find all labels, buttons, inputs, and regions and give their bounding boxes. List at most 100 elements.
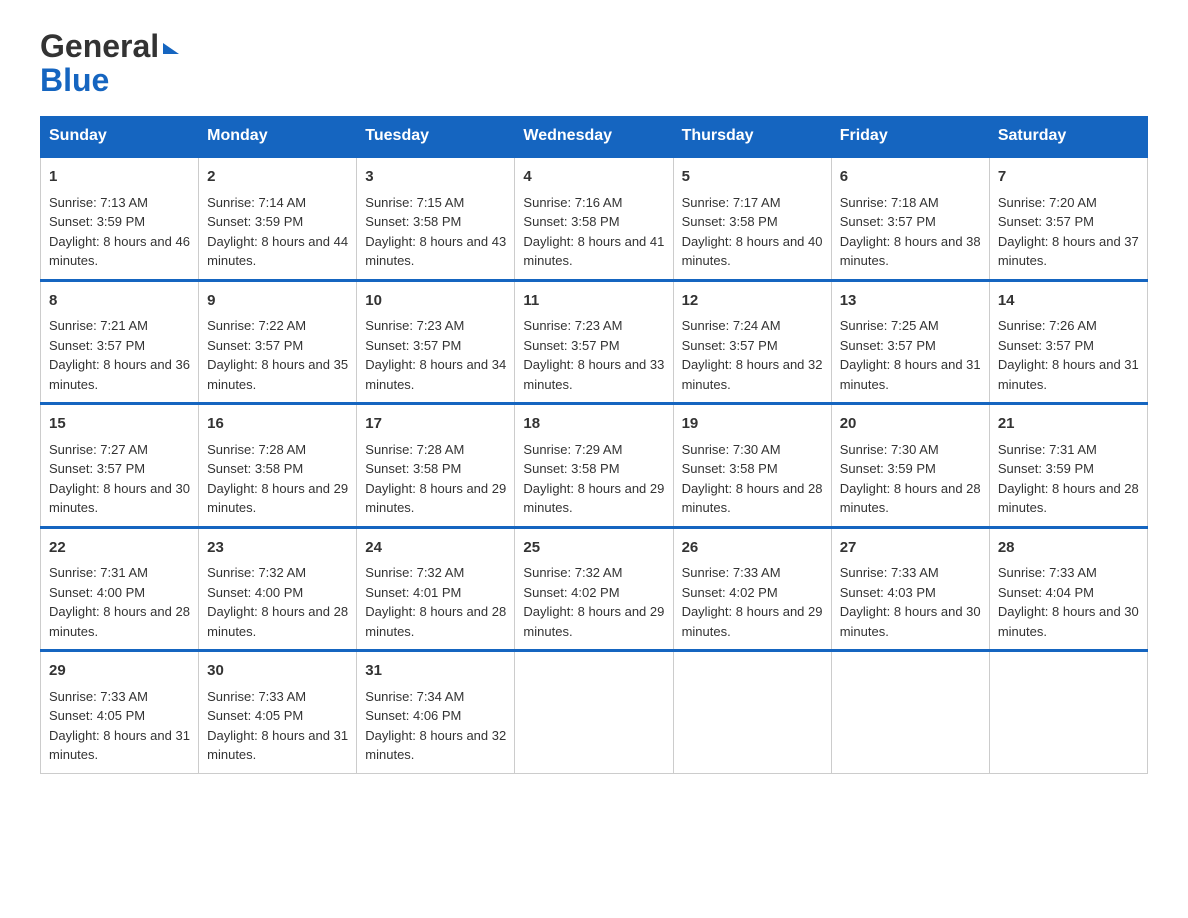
weekday-header-tuesday: Tuesday [357, 117, 515, 157]
sunset-info: Sunset: 3:57 PM [523, 336, 664, 356]
calendar-cell: 15Sunrise: 7:27 AMSunset: 3:57 PMDayligh… [41, 404, 199, 528]
day-number: 15 [49, 413, 190, 436]
day-number: 3 [365, 166, 506, 189]
calendar-cell: 12Sunrise: 7:24 AMSunset: 3:57 PMDayligh… [673, 280, 831, 404]
daylight-info: Daylight: 8 hours and 34 minutes. [365, 355, 506, 394]
daylight-info: Daylight: 8 hours and 38 minutes. [840, 232, 981, 271]
sunset-info: Sunset: 3:59 PM [998, 459, 1139, 479]
daylight-info: Daylight: 8 hours and 31 minutes. [998, 355, 1139, 394]
day-number: 28 [998, 537, 1139, 560]
calendar-cell: 21Sunrise: 7:31 AMSunset: 3:59 PMDayligh… [989, 404, 1147, 528]
calendar-week-row: 1Sunrise: 7:13 AMSunset: 3:59 PMDaylight… [41, 157, 1148, 281]
sunset-info: Sunset: 4:00 PM [207, 583, 348, 603]
daylight-info: Daylight: 8 hours and 46 minutes. [49, 232, 190, 271]
weekday-header-saturday: Saturday [989, 117, 1147, 157]
day-number: 17 [365, 413, 506, 436]
daylight-info: Daylight: 8 hours and 28 minutes. [840, 479, 981, 518]
sunrise-info: Sunrise: 7:26 AM [998, 316, 1139, 336]
daylight-info: Daylight: 8 hours and 31 minutes. [49, 726, 190, 765]
daylight-info: Daylight: 8 hours and 35 minutes. [207, 355, 348, 394]
calendar-cell: 4Sunrise: 7:16 AMSunset: 3:58 PMDaylight… [515, 157, 673, 281]
daylight-info: Daylight: 8 hours and 31 minutes. [207, 726, 348, 765]
weekday-header-monday: Monday [199, 117, 357, 157]
calendar-cell: 3Sunrise: 7:15 AMSunset: 3:58 PMDaylight… [357, 157, 515, 281]
logo-arrow-icon [163, 43, 179, 54]
daylight-info: Daylight: 8 hours and 28 minutes. [49, 602, 190, 641]
calendar-cell: 31Sunrise: 7:34 AMSunset: 4:06 PMDayligh… [357, 651, 515, 774]
weekday-header-friday: Friday [831, 117, 989, 157]
calendar-cell: 1 Sunrise: 7:13 AMSunset: 3:59 PMDaylight… [41, 157, 199, 281]
calendar-cell: 24Sunrise: 7:32 AMSunset: 4:01 PMDayligh… [357, 527, 515, 651]
calendar-cell: 9Sunrise: 7:22 AMSunset: 3:57 PMDaylight… [199, 280, 357, 404]
calendar-cell: 30Sunrise: 7:33 AMSunset: 4:05 PMDayligh… [199, 651, 357, 774]
daylight-info: Daylight: 8 hours and 30 minutes. [840, 602, 981, 641]
sunset-info: Sunset: 3:59 PM [207, 212, 348, 232]
sunset-info: Sunset: 4:02 PM [523, 583, 664, 603]
sunrise-info: Sunrise: 7:16 AM [523, 193, 664, 213]
daylight-info: Daylight: 8 hours and 43 minutes. [365, 232, 506, 271]
sunrise-info: Sunrise: 7:31 AM [998, 440, 1139, 460]
calendar-cell: 7Sunrise: 7:20 AMSunset: 3:57 PMDaylight… [989, 157, 1147, 281]
day-number: 16 [207, 413, 348, 436]
calendar-cell: 20Sunrise: 7:30 AMSunset: 3:59 PMDayligh… [831, 404, 989, 528]
calendar-week-row: 8Sunrise: 7:21 AMSunset: 3:57 PMDaylight… [41, 280, 1148, 404]
sunset-info: Sunset: 3:59 PM [49, 212, 190, 232]
day-number: 14 [998, 290, 1139, 313]
sunset-info: Sunset: 3:57 PM [365, 336, 506, 356]
sunrise-info: Sunrise: 7:13 AM [49, 193, 190, 213]
sunset-info: Sunset: 4:04 PM [998, 583, 1139, 603]
sunrise-info: Sunrise: 7:20 AM [998, 193, 1139, 213]
daylight-info: Daylight: 8 hours and 33 minutes. [523, 355, 664, 394]
day-number: 29 [49, 660, 190, 683]
page-header: General Blue [40, 30, 1148, 96]
sunset-info: Sunset: 3:57 PM [840, 212, 981, 232]
sunrise-info: Sunrise: 7:23 AM [523, 316, 664, 336]
sunset-info: Sunset: 3:58 PM [523, 459, 664, 479]
sunset-info: Sunset: 3:57 PM [998, 336, 1139, 356]
sunrise-info: Sunrise: 7:33 AM [682, 563, 823, 583]
day-number: 7 [998, 166, 1139, 189]
calendar-cell: 29Sunrise: 7:33 AMSunset: 4:05 PMDayligh… [41, 651, 199, 774]
day-number: 24 [365, 537, 506, 560]
calendar-cell: 6Sunrise: 7:18 AMSunset: 3:57 PMDaylight… [831, 157, 989, 281]
sunrise-info: Sunrise: 7:22 AM [207, 316, 348, 336]
day-number: 4 [523, 166, 664, 189]
sunrise-info: Sunrise: 7:28 AM [365, 440, 506, 460]
calendar-cell: 27Sunrise: 7:33 AMSunset: 4:03 PMDayligh… [831, 527, 989, 651]
sunset-info: Sunset: 3:57 PM [840, 336, 981, 356]
weekday-header-row: SundayMondayTuesdayWednesdayThursdayFrid… [41, 117, 1148, 157]
weekday-header-sunday: Sunday [41, 117, 199, 157]
sunrise-info: Sunrise: 7:14 AM [207, 193, 348, 213]
day-number: 5 [682, 166, 823, 189]
logo-general-text: General [40, 30, 159, 62]
day-number: 25 [523, 537, 664, 560]
calendar-cell: 14 Sunrise: 7:26 AMSunset: 3:57 PMDayligh… [989, 280, 1147, 404]
sunrise-info: Sunrise: 7:33 AM [840, 563, 981, 583]
day-number: 11 [523, 290, 664, 313]
daylight-info: Daylight: 8 hours and 28 minutes. [365, 602, 506, 641]
sunrise-info: Sunrise: 7:32 AM [207, 563, 348, 583]
daylight-info: Daylight: 8 hours and 32 minutes. [682, 355, 823, 394]
sunrise-info: Sunrise: 7:28 AM [207, 440, 348, 460]
sunset-info: Sunset: 3:58 PM [682, 212, 823, 232]
daylight-info: Daylight: 8 hours and 28 minutes. [682, 479, 823, 518]
calendar-cell: 17Sunrise: 7:28 AMSunset: 3:58 PMDayligh… [357, 404, 515, 528]
calendar-week-row: 29Sunrise: 7:33 AMSunset: 4:05 PMDayligh… [41, 651, 1148, 774]
sunset-info: Sunset: 3:59 PM [840, 459, 981, 479]
calendar-cell [673, 651, 831, 774]
daylight-info: Daylight: 8 hours and 28 minutes. [998, 479, 1139, 518]
sunset-info: Sunset: 4:03 PM [840, 583, 981, 603]
sunrise-info: Sunrise: 7:33 AM [49, 687, 190, 707]
sunset-info: Sunset: 3:58 PM [523, 212, 664, 232]
sunrise-info: Sunrise: 7:33 AM [998, 563, 1139, 583]
weekday-header-thursday: Thursday [673, 117, 831, 157]
calendar-cell: 23Sunrise: 7:32 AMSunset: 4:00 PMDayligh… [199, 527, 357, 651]
day-number: 30 [207, 660, 348, 683]
day-number: 1 [49, 166, 190, 189]
calendar-week-row: 15Sunrise: 7:27 AMSunset: 3:57 PMDayligh… [41, 404, 1148, 528]
daylight-info: Daylight: 8 hours and 29 minutes. [682, 602, 823, 641]
sunset-info: Sunset: 3:57 PM [998, 212, 1139, 232]
daylight-info: Daylight: 8 hours and 40 minutes. [682, 232, 823, 271]
calendar-table: SundayMondayTuesdayWednesdayThursdayFrid… [40, 116, 1148, 774]
day-number: 9 [207, 290, 348, 313]
